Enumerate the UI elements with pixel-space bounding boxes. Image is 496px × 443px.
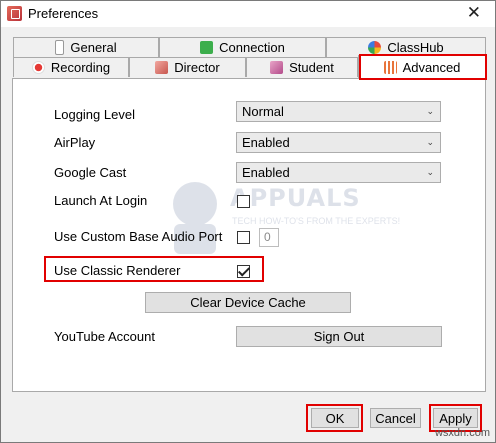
director-icon [155,61,169,74]
chevron-down-icon: ⌄ [426,167,434,177]
classic-renderer-checkbox[interactable] [237,265,250,278]
tab-general-label: General [70,40,117,55]
record-icon [31,61,45,74]
tab-recording[interactable]: Recording [13,57,129,77]
student-icon [270,61,284,74]
tab-recording-label: Recording [50,60,111,75]
close-icon[interactable]: ✕ [467,3,481,23]
tab-connection-label: Connection [219,40,285,55]
tab-director[interactable]: Director [129,57,246,77]
google-cast-select[interactable]: Enabled ⌄ [236,162,441,183]
logging-level-label: Logging Level [54,107,135,122]
window-title: Preferences [28,6,99,21]
tab-director-label: Director [174,60,220,75]
airplay-select[interactable]: Enabled ⌄ [236,132,441,153]
sliders-icon [383,61,397,74]
tab-general[interactable]: General [13,37,159,57]
apply-button[interactable]: Apply [433,408,478,428]
tab-classhub[interactable]: ClassHub [326,37,486,57]
audio-port-input[interactable]: 0 [259,228,279,247]
chevron-down-icon: ⌄ [426,106,434,116]
google-cast-label: Google Cast [54,165,127,180]
launch-at-login-label: Launch At Login [54,193,148,208]
usb-icon [55,40,65,55]
tab-advanced[interactable]: Advanced [358,55,486,79]
tab-connection[interactable]: Connection [159,37,326,57]
logging-level-value: Normal [242,104,284,119]
tab-classhub-label: ClassHub [387,40,444,55]
custom-audio-port-label: Use Custom Base Audio Port [54,229,223,244]
classhub-icon [368,41,382,54]
airplay-label: AirPlay [54,135,96,150]
tab-student-label: Student [289,60,334,75]
site-credit: wsxdn.com [434,427,490,439]
google-cast-value: Enabled [242,165,290,180]
launch-at-login-checkbox[interactable] [237,195,250,208]
custom-audio-port-checkbox[interactable] [237,231,250,244]
tab-student[interactable]: Student [246,57,358,77]
cancel-button[interactable]: Cancel [370,408,421,428]
app-icon [7,6,22,21]
sign-out-button[interactable]: Sign Out [236,326,442,347]
airplay-value: Enabled [242,135,290,150]
tab-advanced-label: Advanced [402,60,461,75]
title-bar: Preferences ✕ [1,1,495,27]
youtube-account-label: YouTube Account [54,329,155,344]
chevron-down-icon: ⌄ [426,137,434,147]
logging-level-select[interactable]: Normal ⌄ [236,101,441,122]
ok-button[interactable]: OK [311,408,359,428]
refresh-icon [200,41,214,54]
clear-device-cache-button[interactable]: Clear Device Cache [145,292,351,313]
classic-renderer-label: Use Classic Renderer [54,263,181,278]
